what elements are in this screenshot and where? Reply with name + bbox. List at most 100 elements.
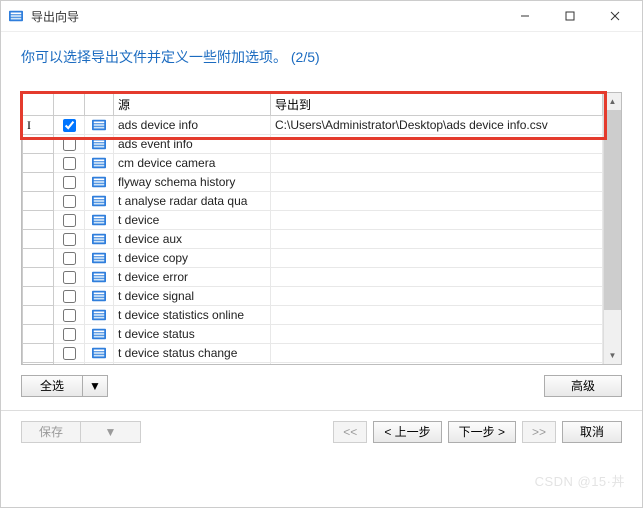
- row-checkbox-cell[interactable]: [54, 268, 85, 287]
- row-checkbox[interactable]: [63, 119, 76, 132]
- source-grid[interactable]: 源 导出到 Iads device infoC:\Users\Administr…: [22, 93, 603, 364]
- source-name-cell[interactable]: t analyse radar data qua: [114, 192, 271, 211]
- destination-cell[interactable]: [271, 268, 603, 287]
- table-row[interactable]: t device aux: [23, 230, 603, 249]
- row-checkbox[interactable]: [63, 347, 76, 360]
- table-row[interactable]: t device: [23, 211, 603, 230]
- row-checkbox-cell[interactable]: [54, 249, 85, 268]
- save-button[interactable]: 保存: [21, 421, 81, 443]
- destination-cell[interactable]: [271, 287, 603, 306]
- destination-cell[interactable]: [271, 192, 603, 211]
- destination-cell[interactable]: C:\Users\Administrator\Desktop\ads devic…: [271, 116, 603, 135]
- source-name-cell[interactable]: t device: [114, 211, 271, 230]
- source-name-cell[interactable]: t device statistics online: [114, 306, 271, 325]
- destination-cell[interactable]: [271, 211, 603, 230]
- select-all-button[interactable]: 全选: [21, 375, 83, 397]
- row-checkbox-cell[interactable]: [54, 287, 85, 306]
- row-checkbox-cell[interactable]: [54, 230, 85, 249]
- row-checkbox[interactable]: [63, 214, 76, 227]
- source-name-cell[interactable]: cm device camera: [114, 154, 271, 173]
- table-row[interactable]: t device status: [23, 325, 603, 344]
- row-checkbox[interactable]: [63, 233, 76, 246]
- instruction-area: 你可以选择导出文件并定义一些附加选项。 (2/5): [1, 32, 642, 72]
- source-table-container: 源 导出到 Iads device infoC:\Users\Administr…: [21, 92, 622, 365]
- cancel-button[interactable]: 取消: [562, 421, 622, 443]
- header-destination[interactable]: 导出到: [271, 93, 603, 116]
- header-source[interactable]: 源: [114, 93, 271, 116]
- row-checkbox-cell[interactable]: [54, 135, 85, 154]
- row-checkbox[interactable]: [63, 138, 76, 151]
- source-name-cell[interactable]: t device status change: [114, 344, 271, 363]
- last-button[interactable]: >>: [522, 421, 556, 443]
- table-row[interactable]: t device signal: [23, 287, 603, 306]
- row-checkbox-cell[interactable]: [54, 344, 85, 363]
- table-icon: [85, 173, 114, 192]
- destination-cell[interactable]: [271, 325, 603, 344]
- table-icon: [85, 325, 114, 344]
- destination-cell[interactable]: [271, 306, 603, 325]
- row-gutter: [23, 287, 54, 306]
- source-name-cell[interactable]: t device error: [114, 268, 271, 287]
- table-row[interactable]: t device error: [23, 268, 603, 287]
- destination-cell[interactable]: [271, 344, 603, 363]
- table-row[interactable]: ads event info: [23, 135, 603, 154]
- row-checkbox[interactable]: [63, 252, 76, 265]
- source-name-cell[interactable]: t device aux: [114, 230, 271, 249]
- row-checkbox-cell[interactable]: [54, 154, 85, 173]
- row-checkbox[interactable]: [63, 195, 76, 208]
- destination-cell[interactable]: [271, 154, 603, 173]
- prev-button[interactable]: < 上一步: [373, 421, 441, 443]
- row-gutter: [23, 154, 54, 173]
- next-button[interactable]: 下一步 >: [448, 421, 516, 443]
- scroll-up-button[interactable]: ▲: [604, 93, 621, 110]
- save-dropdown[interactable]: ▼: [81, 421, 141, 443]
- vertical-scrollbar[interactable]: ▲ ▼: [603, 93, 621, 364]
- row-checkbox[interactable]: [63, 271, 76, 284]
- row-checkbox[interactable]: [63, 309, 76, 322]
- row-checkbox-cell[interactable]: [54, 325, 85, 344]
- scroll-down-button[interactable]: ▼: [604, 347, 621, 364]
- row-checkbox-cell[interactable]: [54, 363, 85, 365]
- row-checkbox-cell[interactable]: [54, 173, 85, 192]
- scroll-track[interactable]: [604, 110, 621, 347]
- source-name-cell[interactable]: t device copy: [114, 249, 271, 268]
- row-checkbox[interactable]: [63, 157, 76, 170]
- row-gutter: [23, 192, 54, 211]
- source-name-cell[interactable]: ads device info: [114, 116, 271, 135]
- table-row[interactable]: t device statistics online: [23, 306, 603, 325]
- table-row[interactable]: t device status life: [23, 363, 603, 365]
- row-checkbox-cell[interactable]: [54, 116, 85, 135]
- source-name-cell[interactable]: t device signal: [114, 287, 271, 306]
- maximize-button[interactable]: [547, 2, 592, 30]
- table-row[interactable]: t device copy: [23, 249, 603, 268]
- row-checkbox[interactable]: [63, 328, 76, 341]
- row-gutter: [23, 325, 54, 344]
- first-button[interactable]: <<: [333, 421, 367, 443]
- table-row[interactable]: t device status change: [23, 344, 603, 363]
- advanced-button[interactable]: 高级: [544, 375, 622, 397]
- source-name-cell[interactable]: ads event info: [114, 135, 271, 154]
- table-row[interactable]: flyway schema history: [23, 173, 603, 192]
- row-checkbox[interactable]: [63, 176, 76, 189]
- table-row[interactable]: Iads device infoC:\Users\Administrator\D…: [23, 116, 603, 135]
- destination-cell[interactable]: [271, 230, 603, 249]
- minimize-button[interactable]: [502, 2, 547, 30]
- destination-cell[interactable]: [271, 249, 603, 268]
- row-checkbox[interactable]: [63, 290, 76, 303]
- table-row[interactable]: cm device camera: [23, 154, 603, 173]
- select-all-dropdown[interactable]: ▼: [83, 375, 108, 397]
- row-gutter: [23, 230, 54, 249]
- header-icon: [85, 93, 114, 116]
- destination-cell[interactable]: [271, 135, 603, 154]
- close-button[interactable]: [592, 2, 637, 30]
- row-checkbox-cell[interactable]: [54, 211, 85, 230]
- scroll-thumb[interactable]: [604, 110, 621, 310]
- table-row[interactable]: t analyse radar data qua: [23, 192, 603, 211]
- row-checkbox-cell[interactable]: [54, 306, 85, 325]
- destination-cell[interactable]: [271, 363, 603, 365]
- row-checkbox-cell[interactable]: [54, 192, 85, 211]
- source-name-cell[interactable]: t device status: [114, 325, 271, 344]
- source-name-cell[interactable]: t device status life: [114, 363, 271, 365]
- destination-cell[interactable]: [271, 173, 603, 192]
- source-name-cell[interactable]: flyway schema history: [114, 173, 271, 192]
